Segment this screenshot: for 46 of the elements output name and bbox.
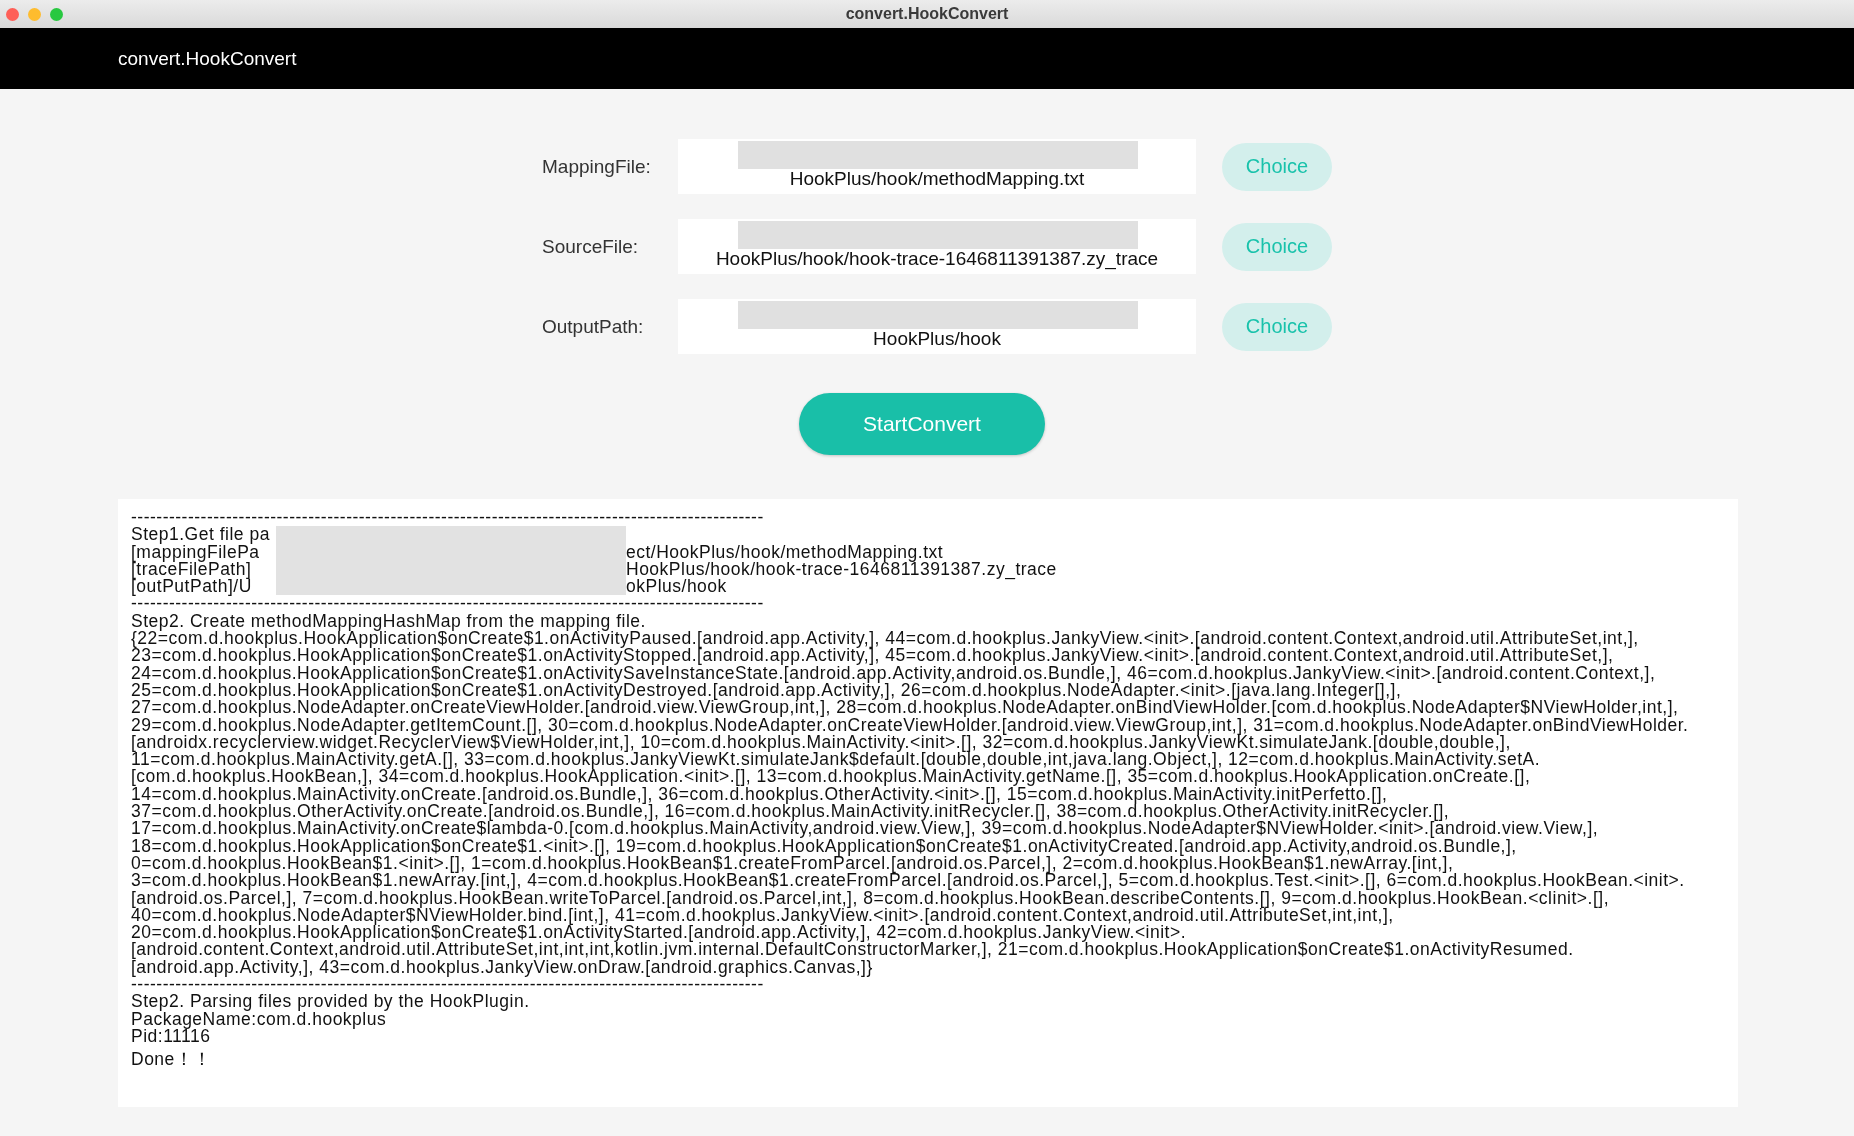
app-title: convert.HookConvert <box>118 47 297 70</box>
log-line: 11=com.d.hookplus.MainActivity.getA.[], 33=com.d.hookplus.JankyViewKt.simulateJank$default.[double,double,int,java.lang.Object,], 12=com.d.hookplus.MainActivity.setA. <box>131 751 1542 769</box>
separator-line: ---------------------------------------------------------------------------------------------------- <box>131 595 765 613</box>
window-title: convert.HookConvert <box>845 5 1009 23</box>
log-line: okPlus/hook <box>626 578 727 596</box>
log-line: 14=com.d.hookplus.MainActivity.onCreate.[android.os.Bundle,], 36=com.d.hookplus.OtherActivity.<init>.[], 15=com.d.hookplus.MainActivity.initPerfetto.[], <box>131 785 1388 804</box>
zoom-icon[interactable] <box>50 7 63 21</box>
log-line: 18=com.d.hookplus.HookApplication$onCreate$1.<init>.[], 19=com.d.hookplus.HookApplication$onCreate$1.onActivityCreated.[android.app.Activity,android.os.Bundle,], <box>131 837 1517 855</box>
log-line: 20=com.d.hookplus.HookApplication$onCreate$1.onActivityStarted.[android.app.Activity,], 42=com.d.hookplus.JankyView.<init>. <box>131 924 1187 942</box>
log-line: Step2. Create methodMappingHashMap from the mapping file. <box>131 612 646 631</box>
log-line: 37=com.d.hookplus.OtherActivity.onCreate.[android.os.Bundle,], 16=com.d.hookplus.MainActivity.initRecycler.[], 38=com.d.hookplus.OtherActivity.initRecycler.[], <box>131 803 1450 821</box>
log-line: [android.app.Activity,], 43=com.d.hookplus.JankyView.onDraw.[android.graphics.Canvas,]} <box>131 958 873 976</box>
log-line: 23=com.d.hookplus.HookApplication$onCreate$1.onActivityStopped.[android.app.Activity,], 45=com.d.hookplus.JankyView.<init>.[android.content.Context,android.util.AttributeSet,], <box>131 647 1614 665</box>
log-line: ect/HookPlus/hook/methodMapping.txt <box>626 543 944 561</box>
choice-button[interactable]: Choice <box>1222 142 1332 191</box>
field-label: SourceFile: <box>542 235 640 258</box>
log-line: 17=com.d.hookplus.MainActivity.onCreate$lambda-0.[com.d.hookplus.MainActivity,android.view.View,], 39=com.d.hookplus.NodeAdapter$NViewHolder.<init>.[android.view.View,], <box>131 820 1600 838</box>
log-line: 27=com.d.hookplus.NodeAdapter.onCreateViewHolder.[android.view.ViewGroup,int,], 28=com.d.hookplus.NodeAdapter.onBindViewHolder.[com.d.hookplus.NodeAdapter$NViewHolder,int,], <box>131 699 1679 717</box>
path-field[interactable]: HookPlus/hook/hook-trace-1646811391387.zy_trace <box>678 219 1196 274</box>
choice-button[interactable]: Choice <box>1222 302 1332 351</box>
field-label: MappingFile: <box>542 155 652 178</box>
log-line: [mappingFilePa <box>131 543 260 561</box>
minimize-icon[interactable] <box>28 7 41 21</box>
log-line: [android.content.Context,android.util.AttributeSet,int,int,int,kotlin.jvm.internal.DefaultConstructorMarker,], 21=com.d.hookplus.HookApplication$onCreate$1.onActivityResumed. <box>131 941 1575 959</box>
close-icon[interactable] <box>6 7 19 21</box>
log-line: Done！！ <box>131 1051 213 1069</box>
log-line: [android.os.Parcel,], 7=com.d.hookplus.HookBean.writeToParcel.[android.os.Parcel,int,], 8=com.d.hookplus.HookBean.describeContents.[], 9=com.d.hookplus.HookBean.<clinit>.[], <box>131 889 1610 907</box>
log-line: [traceFilePath] <box>131 560 252 579</box>
choice-button[interactable]: Choice <box>1222 222 1332 271</box>
separator-line: ---------------------------------------------------------------------------------------------------- <box>131 976 764 994</box>
field-label: OutputPath: <box>542 315 645 338</box>
separator-line: ---------------------------------------------------------------------------------------------------- <box>131 509 765 527</box>
log-line: 24=com.d.hookplus.HookApplication$onCreate$1.onActivitySaveInstanceState.[android.app.Activity,android.os.Bundle,], 46=com.d.hookplus.JankyView.<init>.[android.content.Context,], <box>131 664 1657 682</box>
log-line: Pid:11116 <box>131 1027 211 1046</box>
start-convert-button[interactable]: StartConvert <box>799 393 1045 455</box>
log-line: [com.d.hookplus.HookBean,], 34=com.d.hookplus.HookApplication.<init>.[], 13=com.d.hookplus.MainActivity.getName.[], 35=com.d.hookplus.HookApplication.onCreate.[], <box>131 768 1531 786</box>
log-line: {22=com.d.hookplus.HookApplication$onCreate$1.onActivityPaused.[android.app.Activity,], 44=com.d.hookplus.JankyView.<init>.[android.content.Context,android.util.AttributeSet,int,], <box>131 630 1640 648</box>
log-line: Step1.Get file pa <box>131 526 271 544</box>
path-field[interactable]: HookPlus/hook/methodMapping.txt <box>678 139 1196 194</box>
log-line: PackageName:com.d.hookplus <box>131 1010 387 1028</box>
log-line: HookPlus/hook/hook-trace-1646811391387.zy_trace <box>626 560 1058 579</box>
path-field[interactable]: HookPlus/hook <box>678 299 1196 354</box>
log-line: 29=com.d.hookplus.NodeAdapter.getItemCount.[], 30=com.d.hookplus.NodeAdapter.onCreateViewHolder.[android.view.ViewGroup,int,], 31=com.d.hookplus.NodeAdapter.onBindViewHolder. <box>131 716 1690 734</box>
log-line: 3=com.d.hookplus.HookBean$1.newArray.[int,], 4=com.d.hookplus.HookBean$1.createFromParcel.[android.os.Parcel,], 5=com.d.hookplus.Test.<init>.[], 6=com.d.hookplus.HookBean.<init>. <box>131 872 1686 890</box>
log-line: [outPutPath]/U <box>131 578 253 596</box>
log-line: Step2. Parsing files provided by the HookPlugin. <box>131 993 531 1011</box>
